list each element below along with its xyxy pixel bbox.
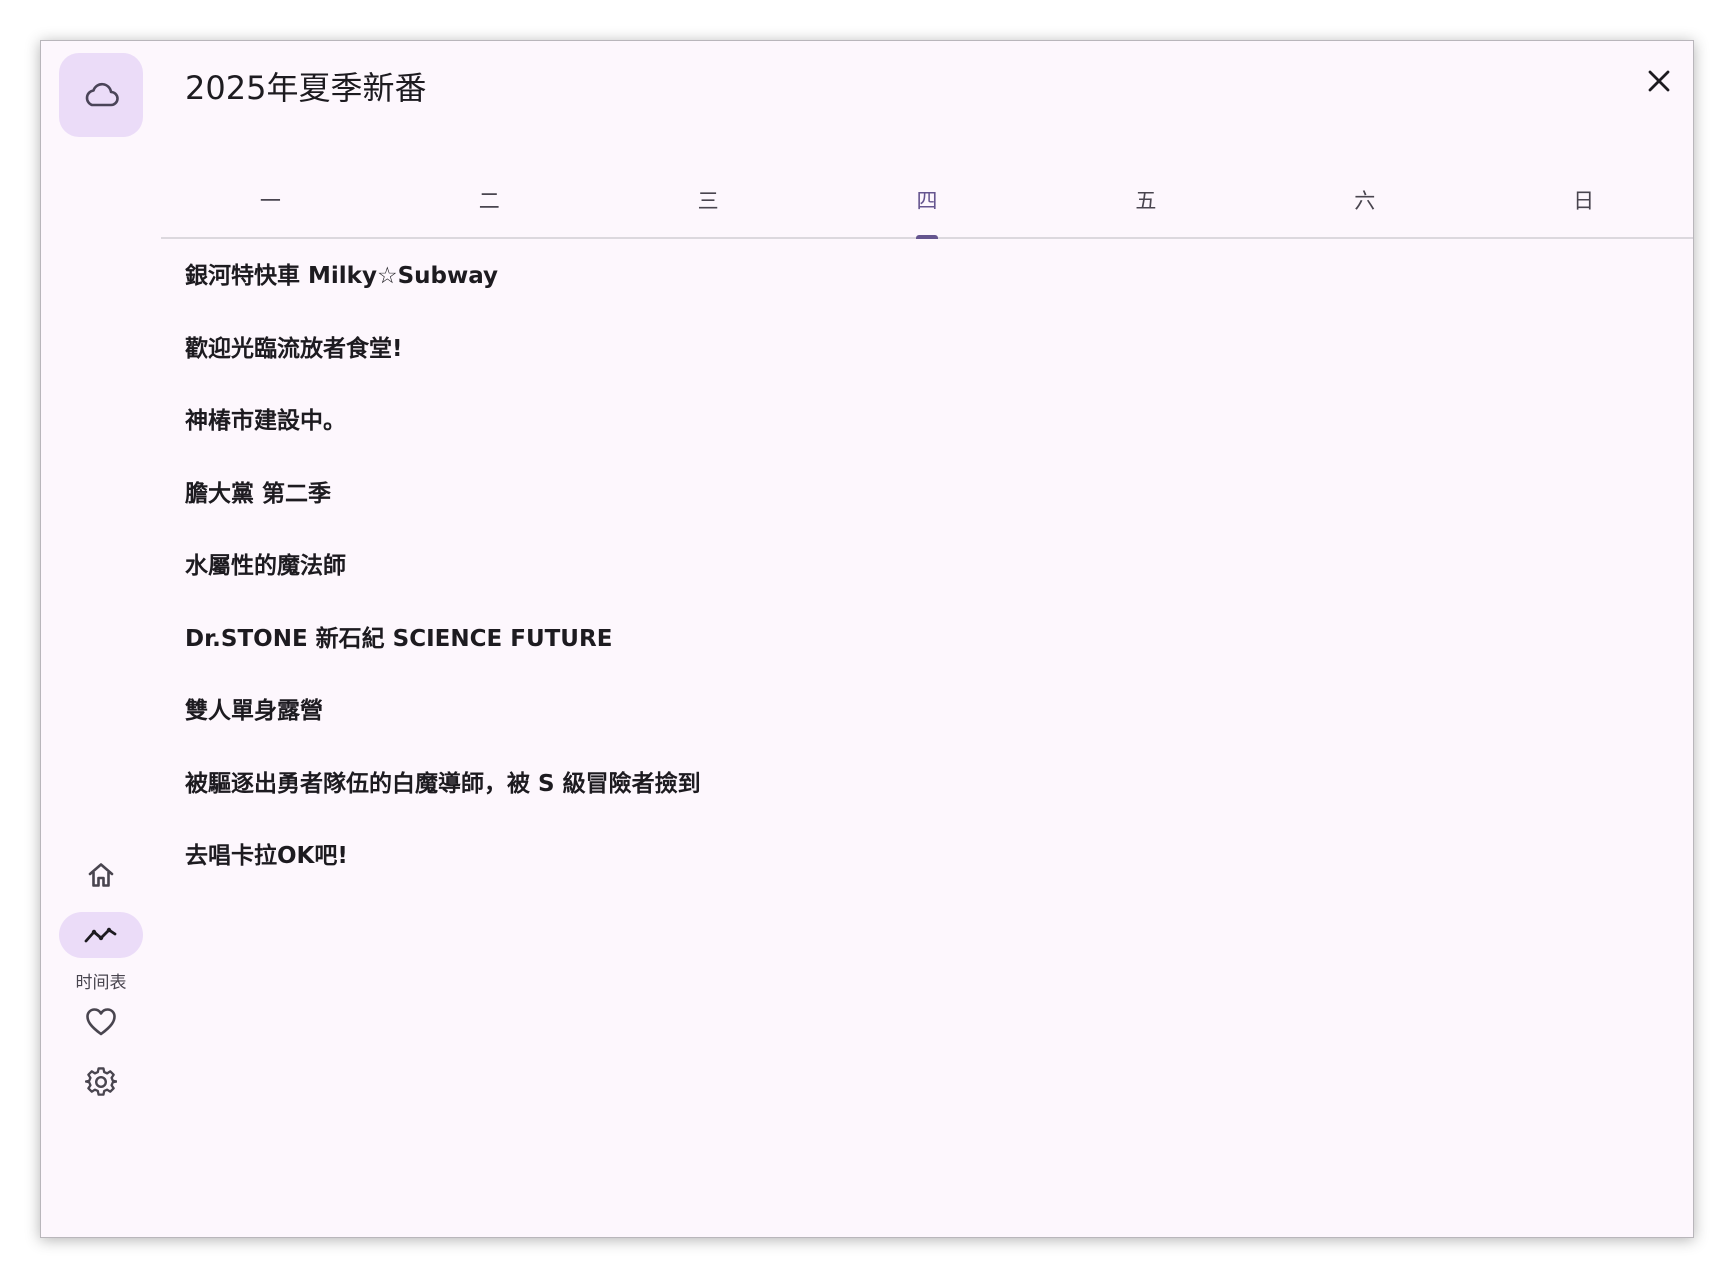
list-item[interactable]: 雙人單身露營 (185, 672, 1665, 745)
tab-label: 日 (1573, 189, 1595, 213)
list-item[interactable]: Dr.STONE 新石紀 SCIENCE FUTURE (185, 600, 1665, 673)
tab-label: 三 (697, 189, 719, 213)
anime-list: 銀河特快車 Milky☆Subway 歡迎光臨流放者食堂! 神椿市建設中。 膽大… (185, 237, 1665, 890)
tab-label: 四 (916, 189, 938, 213)
app-window: 时间表 2025年夏季新番 一 二 三 四 五 六 日 銀河特快車 Milky☆… (40, 40, 1694, 1238)
tab-label: 五 (1135, 189, 1157, 213)
list-item[interactable]: 銀河特快車 Milky☆Subway (185, 237, 1665, 310)
nav-home[interactable] (41, 852, 161, 898)
close-icon (1648, 70, 1670, 92)
tab-monday[interactable]: 一 (161, 149, 380, 237)
tab-tuesday[interactable]: 二 (380, 149, 599, 237)
cloud-icon (85, 82, 119, 107)
nav-timeline[interactable]: 时间表 (41, 912, 161, 993)
list-item[interactable]: 去唱卡拉OK吧! (185, 817, 1665, 890)
weekday-tabs: 一 二 三 四 五 六 日 (161, 149, 1693, 239)
list-item[interactable]: 水屬性的魔法師 (185, 527, 1665, 600)
tab-wednesday[interactable]: 三 (599, 149, 818, 237)
heart-icon (86, 1008, 116, 1036)
home-icon (88, 863, 114, 887)
tab-label: 六 (1354, 189, 1376, 213)
page-title: 2025年夏季新番 (185, 69, 427, 107)
list-item[interactable]: 膽大黨 第二季 (185, 455, 1665, 528)
tab-sunday[interactable]: 日 (1474, 149, 1693, 237)
list-item[interactable]: 歡迎光臨流放者食堂! (185, 310, 1665, 383)
tab-saturday[interactable]: 六 (1255, 149, 1474, 237)
tab-label: 一 (259, 189, 281, 213)
tab-label: 二 (478, 189, 500, 213)
nav-favorites[interactable] (41, 999, 161, 1045)
timeline-icon (84, 927, 117, 943)
navigation-rail: 时间表 (41, 41, 161, 1237)
nav-settings[interactable] (41, 1059, 161, 1105)
list-item[interactable]: 被驅逐出勇者隊伍的白魔導師，被 S 級冒險者撿到 (185, 745, 1665, 818)
cloud-button[interactable] (59, 53, 143, 137)
tab-thursday[interactable]: 四 (818, 149, 1037, 239)
gear-icon (85, 1067, 117, 1096)
close-button[interactable] (1639, 61, 1679, 101)
tab-friday[interactable]: 五 (1036, 149, 1255, 237)
list-item[interactable]: 神椿市建設中。 (185, 382, 1665, 455)
nav-timeline-label: 时间表 (75, 973, 127, 993)
